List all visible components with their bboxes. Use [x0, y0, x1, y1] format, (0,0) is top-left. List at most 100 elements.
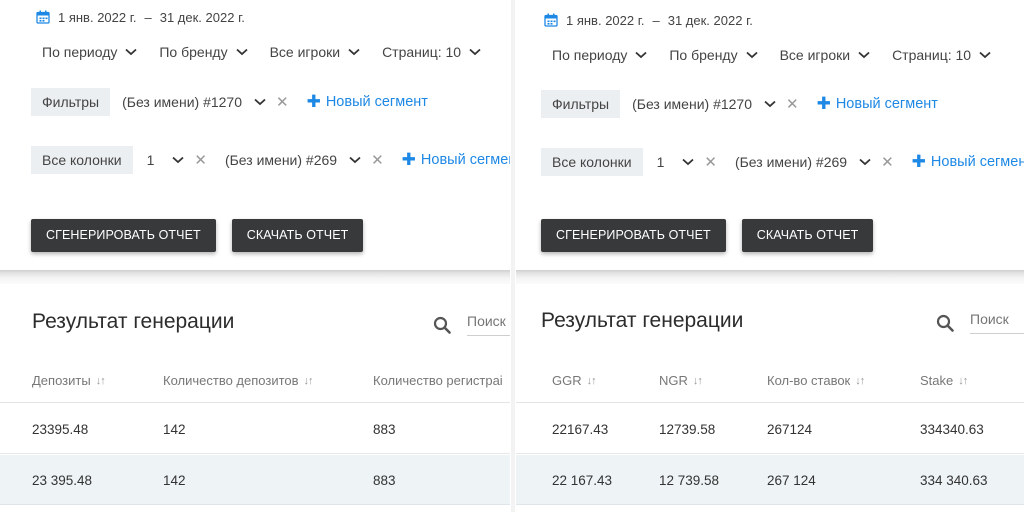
plus-icon[interactable]: ✚ — [912, 152, 926, 172]
column-header-ggr[interactable]: GGR ↓↑ — [552, 373, 597, 388]
brand-dropdown-label: По бренду — [159, 44, 228, 60]
search-box — [936, 311, 1024, 334]
period-dropdown[interactable]: По периоду — [552, 47, 647, 63]
search-box — [433, 313, 510, 336]
close-icon[interactable]: ✕ — [194, 151, 207, 169]
search-icon[interactable] — [936, 314, 954, 332]
date-range-picker[interactable]: 1 янв. 2022 г. – 31 дек. 2022 г. — [36, 8, 245, 26]
new-segment-link[interactable]: Новый сегмен — [421, 152, 510, 168]
chevron-down-icon — [235, 48, 248, 56]
chevron-down-icon — [125, 48, 137, 56]
brand-dropdown[interactable]: По бренду — [669, 47, 758, 63]
sort-icon[interactable]: ↓↑ — [96, 375, 106, 387]
table-cell: 12739.58 — [659, 422, 716, 437]
table-row[interactable]: 23 395.48 142 883 — [0, 455, 510, 505]
column-header-deposits[interactable]: Депозиты ↓↑ — [32, 373, 106, 388]
table-row[interactable]: 22167.43 12739.58 267124 334340.63 — [516, 404, 1024, 454]
date-to: 31 дек. 2022 г. — [667, 12, 753, 28]
columns-count-select[interactable]: 1 — [657, 154, 665, 170]
pages-dropdown[interactable]: Страниц: 10 — [382, 44, 481, 60]
download-report-button[interactable]: СКАЧАТЬ ОТЧЕТ — [741, 219, 874, 252]
column-header-label: Количество депозитов — [163, 373, 299, 388]
period-dropdown-label: По периоду — [552, 47, 628, 63]
table-cell: 22167.43 — [552, 422, 609, 437]
column-header-label: Stake — [920, 373, 954, 388]
generate-report-button[interactable]: СГЕНЕРИРОВАТЬ ОТЧЕТ — [31, 219, 216, 252]
table-row[interactable]: 23395.48 142 883 — [0, 404, 510, 454]
plus-icon[interactable]: ✚ — [817, 94, 831, 114]
sort-icon[interactable]: ↓↑ — [958, 375, 968, 387]
column-header-stake[interactable]: Stake ↓↑ — [920, 373, 968, 388]
columns-count-select[interactable]: 1 — [147, 152, 155, 168]
close-icon[interactable]: ✕ — [881, 153, 894, 171]
chevron-down-icon — [858, 51, 870, 59]
brand-dropdown[interactable]: По бренду — [159, 44, 248, 60]
period-dropdown[interactable]: По периоду — [42, 44, 137, 60]
close-icon[interactable]: ✕ — [786, 95, 799, 113]
columns-segment-select[interactable]: (Без имени) #269 — [735, 154, 847, 170]
chevron-down-icon[interactable] — [764, 100, 776, 108]
chevron-down-icon[interactable] — [682, 158, 694, 166]
filter-segment-row: Фильтры (Без имени) #1270 ✕ ✚ Новый сегм… — [541, 90, 938, 118]
sort-icon[interactable]: ↓↑ — [304, 375, 314, 387]
search-icon[interactable] — [433, 316, 451, 334]
filter-segment-select[interactable]: (Без имени) #1270 — [632, 96, 752, 112]
close-icon[interactable]: ✕ — [704, 153, 717, 171]
section-divider — [0, 270, 510, 284]
column-header-deposit-count[interactable]: Количество депозитов ↓↑ — [163, 373, 314, 388]
generate-report-button[interactable]: СГЕНЕРИРОВАТЬ ОТЧЕТ — [541, 219, 726, 252]
sort-icon[interactable]: ↓↑ — [693, 375, 703, 387]
filter-dropdowns: По периоду По бренду Все игроки Страниц:… — [42, 44, 503, 60]
date-range-picker[interactable]: 1 янв. 2022 г. – 31 дек. 2022 г. — [544, 11, 753, 29]
download-report-button[interactable]: СКАЧАТЬ ОТЧЕТ — [231, 219, 364, 252]
plus-icon[interactable]: ✚ — [307, 92, 321, 112]
players-dropdown[interactable]: Все игроки — [270, 44, 360, 60]
search-input[interactable] — [467, 313, 510, 336]
pages-dropdown[interactable]: Страниц: 10 — [892, 47, 991, 63]
table-cell: 12 739.58 — [659, 473, 720, 488]
column-header-ngr[interactable]: NGR ↓↑ — [659, 373, 703, 388]
columns-segment-row: Все колонки 1 ✕ (Без имени) #269 ✕ ✚ Нов… — [31, 146, 510, 174]
filter-segment-row: Фильтры (Без имени) #1270 ✕ ✚ Новый сегм… — [31, 88, 428, 116]
result-title: Результат генерации — [541, 309, 744, 332]
sort-icon[interactable]: ↓↑ — [855, 375, 865, 387]
column-header-label: Количество регистраі — [373, 373, 503, 388]
date-separator: – — [144, 9, 152, 25]
date-separator: – — [652, 12, 660, 28]
columns-segment-select[interactable]: (Без имени) #269 — [225, 152, 337, 168]
new-segment-link[interactable]: Новый сегмент — [326, 94, 428, 110]
chevron-down-icon[interactable] — [349, 156, 361, 164]
chevron-down-icon[interactable] — [254, 98, 266, 106]
chevron-down-icon[interactable] — [859, 158, 871, 166]
search-input[interactable] — [970, 311, 1024, 334]
table-cell: 142 — [163, 422, 186, 437]
new-segment-link[interactable]: Новый сегмент — [836, 96, 938, 112]
close-icon[interactable]: ✕ — [371, 151, 384, 169]
action-buttons: СГЕНЕРИРОВАТЬ ОТЧЕТ СКАЧАТЬ ОТЧЕТ — [541, 219, 889, 252]
filter-segment-select[interactable]: (Без имени) #1270 — [122, 94, 242, 110]
column-header-label: GGR — [552, 373, 582, 388]
chevron-down-icon — [635, 51, 647, 59]
plus-icon[interactable]: ✚ — [402, 150, 416, 170]
column-header-label: Кол-во ставок — [767, 373, 851, 388]
close-icon[interactable]: ✕ — [276, 93, 289, 111]
right-report-panel: 1 янв. 2022 г. – 31 дек. 2022 г. По пери… — [516, 0, 1024, 512]
chevron-down-icon[interactable] — [172, 156, 184, 164]
column-header-registrations[interactable]: Количество регистраі — [373, 373, 503, 388]
column-header-label: NGR — [659, 373, 688, 388]
columns-tag: Все колонки — [541, 148, 643, 176]
new-segment-link[interactable]: Новый сегмент — [931, 154, 1024, 170]
players-dropdown[interactable]: Все игроки — [780, 47, 870, 63]
chevron-down-icon — [745, 51, 758, 59]
table-cell: 23395.48 — [32, 422, 89, 437]
table-row[interactable]: 22 167.43 12 739.58 267 124 334 340.63 — [516, 455, 1024, 505]
brand-dropdown-label: По бренду — [669, 47, 738, 63]
column-header-label: Депозиты — [32, 373, 91, 388]
pages-dropdown-label: Страниц: 10 — [382, 44, 462, 60]
table-cell: 267 124 — [767, 473, 816, 488]
sort-icon[interactable]: ↓↑ — [587, 375, 597, 387]
table-cell: 334340.63 — [920, 422, 984, 437]
date-from: 1 янв. 2022 г. — [566, 12, 645, 28]
calendar-icon — [36, 10, 50, 24]
column-header-bets-count[interactable]: Кол-во ставок ↓↑ — [767, 373, 865, 388]
